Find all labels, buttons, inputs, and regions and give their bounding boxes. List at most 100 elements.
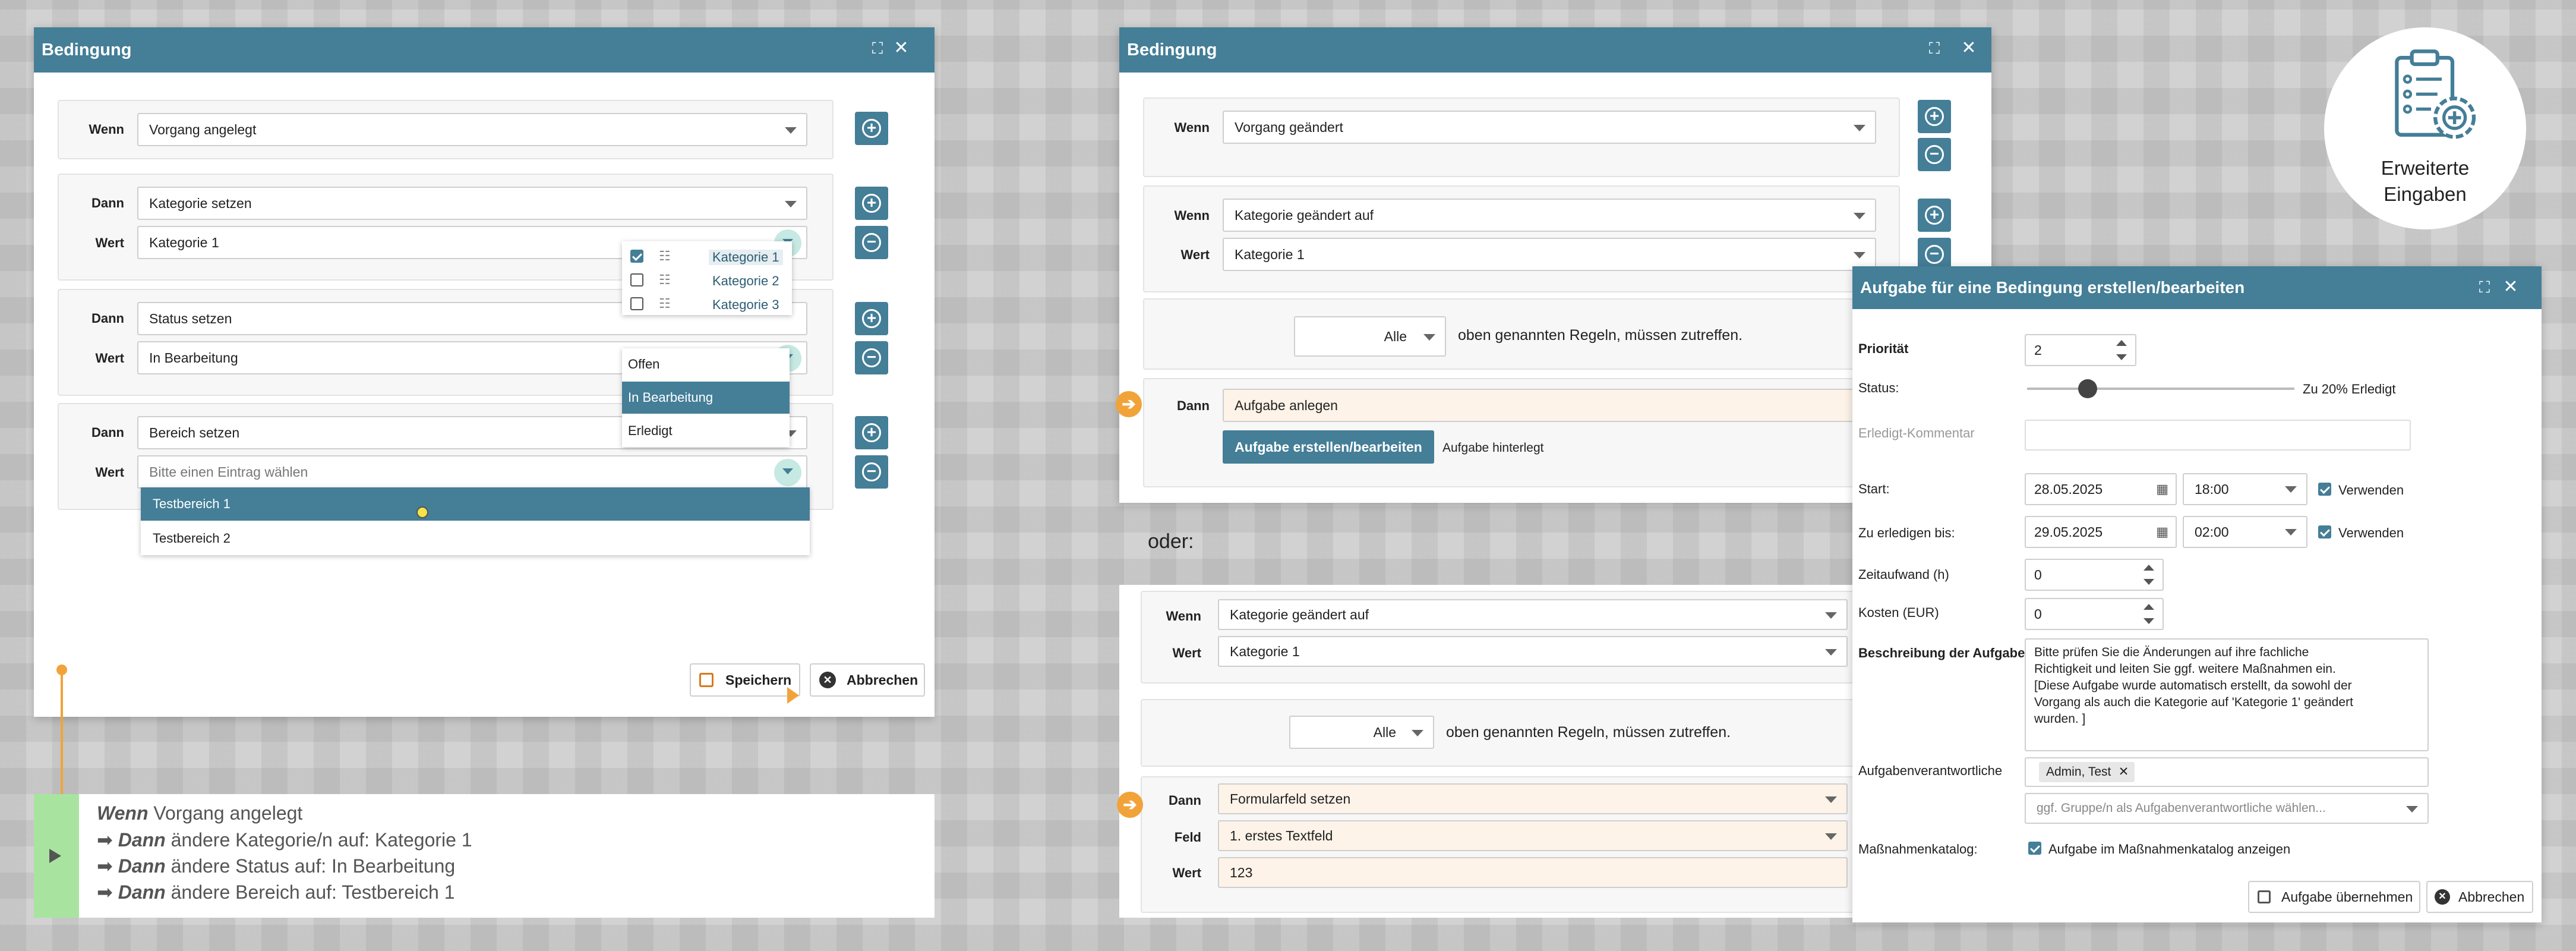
value-select[interactable]: Bitte einen Eintrag wählen [137,455,807,489]
list-item[interactable]: ☷ Kategorie 3 [622,292,792,315]
remove-row-button[interactable]: − [855,341,888,374]
match-select[interactable]: Alle [1289,716,1434,749]
maximize-icon[interactable]: ⛶ [1922,27,1946,73]
select-value: Aufgabe anlegen [1235,398,1338,413]
row-label: Dann [1169,793,1201,808]
action-select[interactable]: Aufgabe anlegen [1223,389,1900,422]
list-item[interactable]: Erledigt [622,415,790,447]
condition-row: Wenn Kategorie geändert auf Wert Kategor… [1143,185,1900,292]
maximize-icon[interactable]: ⛶ [866,27,889,73]
rule-text: oben genannten Regeln, müssen zutreffen. [1446,724,1731,741]
stepper-icon[interactable] [2143,565,2155,585]
chevron-down-icon [1423,334,1435,341]
status-slider-handle[interactable] [2078,379,2097,398]
summary-text: ändere Kategorie/n auf: Kategorie 1 [165,829,472,851]
priority-input[interactable]: 2 [2025,334,2136,366]
row-label: Wenn [1166,609,1201,623]
action-row: Dann Aufgabe anlegen Aufgabe erstellen/b… [1143,378,1900,487]
value-select[interactable]: Kategorie 1 [1218,636,1848,667]
save-icon [699,673,714,687]
list-item[interactable]: ☷ Kategorie 2 [622,269,792,291]
list-item[interactable]: ☷ Kategorie 1 [622,245,792,267]
due-time-select[interactable]: 02:00 [2183,516,2307,548]
select-value: Vorgang angelegt [149,122,257,137]
close-icon[interactable]: ✕ [889,27,913,73]
remove-row-button[interactable]: − [1918,138,1951,171]
action-select[interactable]: Formularfeld setzen [1218,783,1848,814]
maximize-icon[interactable]: ⛶ [2473,266,2496,309]
close-icon[interactable]: ✕ [2499,266,2523,309]
option-label: Kategorie 2 [712,273,779,288]
add-row-button[interactable]: + [1918,199,1951,232]
start-time-select[interactable]: 18:00 [2183,473,2307,505]
save-button[interactable]: Speichern [690,663,800,697]
start-use-checkbox[interactable] [2318,483,2331,496]
arrow-icon: ➡ [97,855,118,877]
cursor-icon [416,506,428,518]
cancel-button[interactable]: ✕ Abbrechen [2426,881,2533,913]
play-button[interactable] [34,794,79,918]
edit-task-button[interactable]: Aufgabe erstellen/bearbeiten [1223,430,1434,464]
calendar-icon[interactable]: ▦ [2156,517,2168,547]
input-value: 29.05.2025 [2034,524,2103,540]
cancel-label: Abbrechen [2458,889,2525,905]
effort-input[interactable]: 0 [2025,559,2164,591]
cost-label: Kosten (EUR) [1858,605,1939,620]
checkbox[interactable] [630,297,643,310]
list-item-selected[interactable]: Testbereich 1 [141,487,810,521]
dropdown-toggle[interactable] [774,459,801,486]
list-item[interactable]: Offen [622,348,790,380]
catalog-checkbox[interactable] [2028,842,2041,855]
row-label: Feld [1174,830,1201,845]
remove-row-button[interactable]: − [855,226,888,259]
due-date-input[interactable]: 29.05.2025 ▦ [2025,516,2177,548]
match-select[interactable]: Alle [1294,316,1446,357]
select-value: Kategorie 1 [1235,247,1305,262]
rule-summary: Wenn Vorgang angelegt ➡ Dann ändere Kate… [34,794,935,918]
plus-icon: + [862,309,881,328]
stepper-icon[interactable] [2116,340,2128,360]
condition-group-2: Wenn Kategorie geändert auf Wert Kategor… [1117,585,1907,918]
value-input[interactable]: 123 [1218,857,1848,888]
accept-task-button[interactable]: Aufgabe übernehmen [2248,881,2420,913]
remove-tag-icon[interactable]: ✕ [2119,762,2129,782]
calendar-icon[interactable]: ▦ [2156,474,2168,504]
select-value: Vorgang geändert [1235,119,1343,135]
trigger-select[interactable]: Kategorie geändert auf [1218,599,1848,630]
description-textarea[interactable]: Bitte prüfen Sie die Änderungen auf ihre… [2025,638,2429,751]
checkbox-checked[interactable] [630,250,643,263]
checkbox[interactable] [630,273,643,286]
trigger-select[interactable]: Vorgang geändert [1223,111,1876,144]
action-select[interactable]: Kategorie setzen [137,187,807,220]
field-select[interactable]: 1. erstes Textfeld [1218,820,1848,851]
trigger-select[interactable]: Kategorie geändert auf [1223,199,1876,232]
list-item[interactable]: Testbereich 2 [141,522,810,555]
group-select[interactable]: ggf. Gruppe/n als Aufgabenverantwortlich… [2025,793,2429,824]
chevron-down-icon [1854,252,1865,259]
list-item-selected[interactable]: In Bearbeitung [622,382,790,414]
remove-row-button[interactable]: − [855,455,888,489]
add-row-button[interactable]: + [855,302,888,335]
cancel-button[interactable]: ✕ Abbrechen [810,663,925,697]
status-slider[interactable] [2027,388,2294,390]
row-label: Wert [1180,247,1210,262]
stepper-icon[interactable] [2143,604,2155,624]
cost-input[interactable]: 0 [2025,598,2164,630]
cancel-label: Abbrechen [847,672,918,688]
add-row-button[interactable]: + [855,112,888,145]
select-value: 1. erstes Textfeld [1230,828,1333,843]
summary-line: ➡ Dann ändere Bereich auf: Testbereich 1 [97,881,455,903]
option-label: Kategorie 1 [709,250,783,265]
comment-textarea[interactable] [2025,420,2411,451]
responsible-input[interactable]: Admin, Test ✕ [2025,757,2429,787]
trigger-select[interactable]: Vorgang angelegt [137,113,807,146]
add-row-button[interactable]: + [855,416,888,449]
due-use-checkbox[interactable] [2318,525,2331,539]
add-row-button[interactable]: + [1918,100,1951,133]
close-icon[interactable]: ✕ [1957,27,1981,73]
chevron-down-icon [1854,125,1865,131]
add-row-button[interactable]: + [855,187,888,220]
select-placeholder: ggf. Gruppe/n als Aufgabenverantwortlich… [2037,801,2326,815]
value-select[interactable]: Kategorie 1 [1223,238,1876,271]
start-date-input[interactable]: 28.05.2025 ▦ [2025,473,2177,505]
